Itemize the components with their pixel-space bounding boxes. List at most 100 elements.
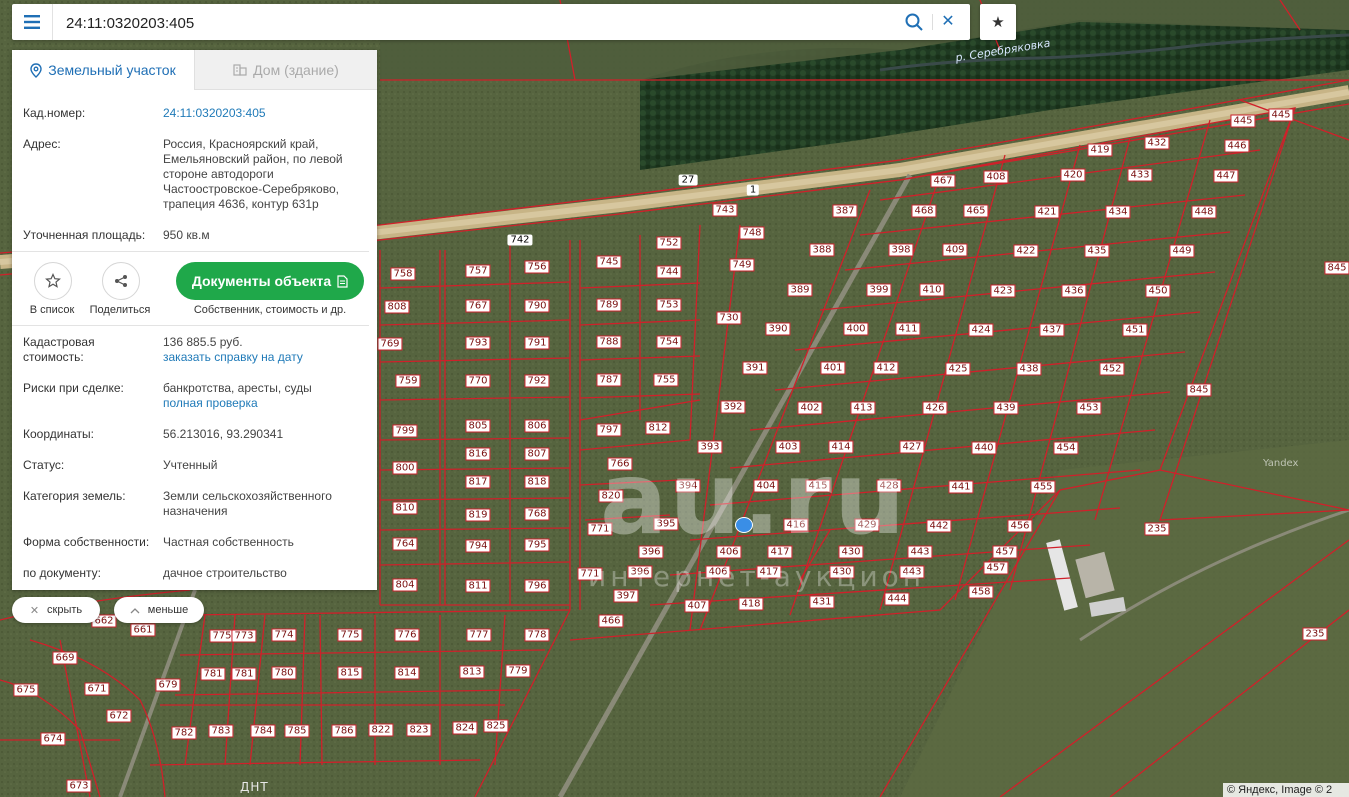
hide-panel-button[interactable]: ✕ скрыть (12, 597, 100, 623)
plot-number-label[interactable]: 442 (926, 519, 952, 533)
plot-number-label[interactable]: 457 (983, 561, 1009, 575)
plot-number-label[interactable]: 456 (1007, 519, 1033, 533)
plot-number-label[interactable]: 424 (968, 323, 994, 337)
plot-number-label[interactable]: 402 (797, 401, 823, 415)
clear-icon[interactable]: ✕ (938, 12, 958, 32)
plot-number-label[interactable]: 745 (596, 255, 622, 269)
plot-number-label[interactable]: 439 (993, 401, 1019, 415)
plot-number-label[interactable]: 777 (466, 628, 492, 642)
plot-number-label[interactable]: 420 (1060, 168, 1086, 182)
plot-number-label[interactable]: 445 (1230, 114, 1256, 128)
plot-number-label[interactable]: 784 (250, 724, 276, 738)
plot-number-label[interactable]: 426 (922, 401, 948, 415)
plot-number-label[interactable]: 787 (596, 373, 622, 387)
plot-number-label[interactable]: 813 (459, 665, 485, 679)
plot-number-label[interactable]: 806 (524, 419, 550, 433)
plot-number-label[interactable]: 458 (968, 585, 994, 599)
plot-number-label[interactable]: 744 (656, 265, 682, 279)
plot-number-label[interactable]: 758 (390, 267, 416, 281)
plot-number-label[interactable]: 796 (524, 579, 550, 593)
plot-number-label[interactable]: 816 (465, 447, 491, 461)
plot-number-label[interactable]: 795 (524, 538, 550, 552)
plot-number-label[interactable]: 413 (850, 401, 876, 415)
plot-number-label[interactable]: 410 (919, 283, 945, 297)
plot-number-label[interactable]: 774 (271, 628, 297, 642)
plot-number-label[interactable]: 752 (656, 236, 682, 250)
plot-number-label[interactable]: 804 (392, 578, 418, 592)
plot-number-label[interactable]: 817 (465, 475, 491, 489)
location-marker[interactable] (735, 517, 753, 533)
plot-number-label[interactable]: 445 (1268, 108, 1294, 122)
plot-number-label[interactable]: 447 (1213, 169, 1239, 183)
plot-number-label[interactable]: 425 (945, 362, 971, 376)
plot-number-label[interactable]: 457 (992, 545, 1018, 559)
plot-number-label[interactable]: 845 (1324, 261, 1349, 275)
plot-number-label[interactable]: 754 (656, 335, 682, 349)
plot-number-label[interactable]: 449 (1169, 244, 1195, 258)
plot-number-label[interactable]: 748 (739, 226, 765, 240)
plot-number-label[interactable]: 391 (742, 361, 768, 375)
plot-number-label[interactable]: 792 (524, 374, 550, 388)
plot-number-label[interactable]: 453 (1076, 401, 1102, 415)
plot-number-label[interactable]: 768 (524, 507, 550, 521)
plot-number-label[interactable]: 756 (524, 260, 550, 274)
plot-number-label[interactable]: 822 (368, 723, 394, 737)
plot-number-label[interactable]: 823 (406, 723, 432, 737)
plot-number-label[interactable]: 810 (392, 501, 418, 515)
plot-number-label[interactable]: 775 (337, 628, 363, 642)
tab-land-plot[interactable]: Земельный участок (12, 50, 194, 90)
share-button[interactable] (102, 262, 140, 300)
plot-number-label[interactable]: 789 (596, 298, 622, 312)
plot-number-label[interactable]: 788 (596, 335, 622, 349)
plot-number-label[interactable]: 749 (729, 258, 755, 272)
plot-number-label[interactable]: 679 (155, 678, 181, 692)
plot-number-label[interactable]: 444 (884, 592, 910, 606)
plot-number-label[interactable]: 794 (465, 539, 491, 553)
plot-number-label[interactable]: 764 (392, 537, 418, 551)
plot-number-label[interactable]: 669 (52, 651, 78, 665)
plot-number-label[interactable]: 769 (377, 337, 403, 351)
plot-number-label[interactable]: 824 (452, 721, 478, 735)
plot-number-label[interactable]: 845 (1186, 383, 1212, 397)
plot-number-label[interactable]: 815 (337, 666, 363, 680)
plot-number-label[interactable]: 433 (1127, 168, 1153, 182)
plot-number-label[interactable]: 450 (1145, 284, 1171, 298)
plot-number-label[interactable]: 778 (524, 628, 550, 642)
plot-number-label[interactable]: 805 (465, 419, 491, 433)
plot-number-label[interactable]: 797 (596, 423, 622, 437)
plot-number-label[interactable]: 812 (645, 421, 671, 435)
plot-number-label[interactable]: 811 (465, 579, 491, 593)
plot-number-label[interactable]: 675 (13, 683, 39, 697)
plot-number-label[interactable]: 387 (832, 204, 858, 218)
plot-number-label[interactable]: 421 (1034, 205, 1060, 219)
plot-number-label[interactable]: 441 (948, 480, 974, 494)
plot-number-label[interactable]: 818 (524, 475, 550, 489)
plot-number-label[interactable]: 451 (1122, 323, 1148, 337)
plot-number-label[interactable]: 390 (765, 322, 791, 336)
plot-number-label[interactable]: 793 (465, 336, 491, 350)
object-documents-button[interactable]: Документы объекта (176, 262, 364, 300)
plot-number-label[interactable]: 436 (1061, 284, 1087, 298)
plot-number-label[interactable]: 388 (809, 243, 835, 257)
plot-number-label[interactable]: 785 (284, 724, 310, 738)
plot-number-label[interactable]: 422 (1013, 244, 1039, 258)
plot-number-label[interactable]: 400 (843, 322, 869, 336)
plot-number-label[interactable]: 781 (200, 667, 226, 681)
cadastral-number-link[interactable]: 24:11:0320203:405 (163, 106, 368, 121)
plot-number-label[interactable]: 767 (465, 299, 491, 313)
plot-number-label[interactable]: 467 (930, 174, 956, 188)
plot-number-label[interactable]: 671 (84, 682, 110, 696)
plot-number-label[interactable]: 409 (942, 243, 968, 257)
plot-number-label[interactable]: 235 (1144, 522, 1170, 536)
plot-number-label[interactable]: 782 (171, 726, 197, 740)
collapse-panel-button[interactable]: меньше (114, 597, 204, 623)
plot-number-label[interactable]: 674 (40, 732, 66, 746)
search-icon[interactable] (904, 12, 924, 32)
plot-number-label[interactable]: 759 (395, 374, 421, 388)
plot-number-label[interactable]: 800 (392, 461, 418, 475)
plot-number-label[interactable]: 452 (1099, 362, 1125, 376)
tab-building[interactable]: Дом (здание) (194, 50, 377, 90)
plot-number-label[interactable]: 807 (524, 447, 550, 461)
plot-number-label[interactable]: 454 (1053, 441, 1079, 455)
plot-number-label[interactable]: 730 (716, 311, 742, 325)
